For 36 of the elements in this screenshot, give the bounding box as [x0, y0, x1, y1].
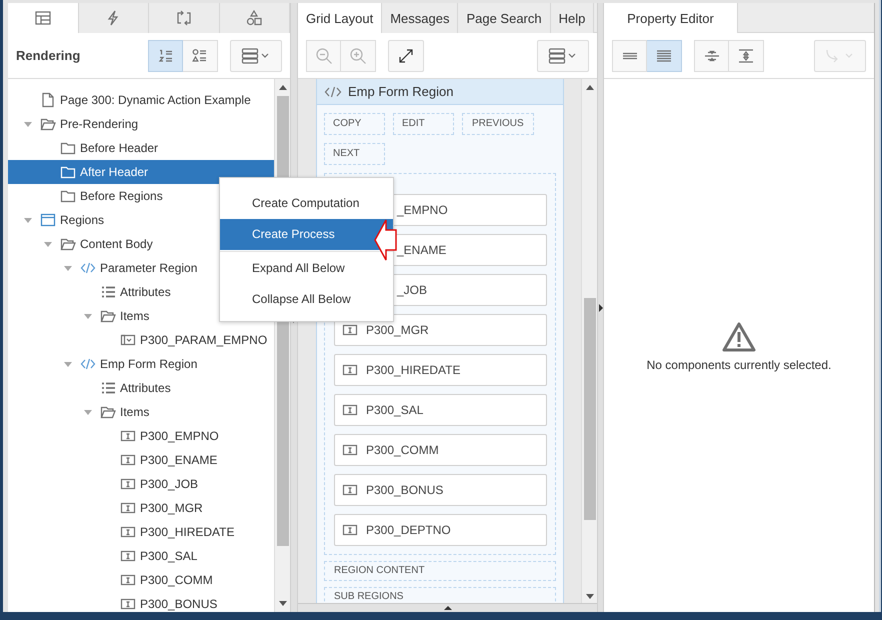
button-position[interactable]: NEXT: [324, 143, 385, 165]
tree-item[interactable]: P300_PARAM_EMPNO: [8, 328, 274, 352]
item-field[interactable]: P300_DEPTNO: [334, 514, 547, 546]
tree-item[interactable]: Attributes: [8, 376, 274, 400]
tree-item[interactable]: Pre-Rendering: [8, 112, 274, 136]
tree-item[interactable]: Items: [8, 400, 274, 424]
item-field[interactable]: P300_BONUS: [334, 474, 547, 506]
tree-item[interactable]: Page 300: Dynamic Action Example: [8, 88, 274, 112]
tree-item[interactable]: P300_COMM: [8, 568, 274, 592]
item-field[interactable]: P300_HIREDATE: [334, 354, 547, 386]
tree-item[interactable]: Emp Form Region: [8, 352, 274, 376]
tab[interactable]: Help: [550, 3, 594, 33]
tree-item[interactable]: P300_JOB: [8, 472, 274, 496]
tree-item[interactable]: P300_HIREDATE: [8, 520, 274, 544]
tree-item[interactable]: P300_EMPNO: [8, 424, 274, 448]
panel-title: Rendering: [16, 48, 82, 63]
tree-item[interactable]: P300_MGR: [8, 496, 274, 520]
empty-message: No components currently selected.: [646, 358, 832, 372]
tree-item[interactable]: P300_ENAME: [8, 448, 274, 472]
tab[interactable]: Grid Layout: [298, 3, 382, 33]
tree-item[interactable]: P300_BONUS: [8, 592, 274, 612]
menu-item[interactable]: Create Process: [220, 219, 393, 250]
button-position[interactable]: EDIT: [393, 113, 454, 135]
tree-item[interactable]: P300_SAL: [8, 544, 274, 568]
region-header[interactable]: Emp Form Region: [317, 79, 563, 105]
item-field[interactable]: P300_COMM: [334, 434, 547, 466]
button-position[interactable]: COPY: [324, 113, 385, 135]
tab[interactable]: Messages: [382, 3, 458, 33]
tree-item[interactable]: After Header: [8, 160, 274, 184]
item-field[interactable]: P300_SAL: [334, 394, 547, 426]
tab[interactable]: Property Editor: [604, 3, 738, 33]
region-position: REGION CONTENT: [324, 561, 556, 581]
button-position[interactable]: PREVIOUS: [462, 113, 534, 135]
tree-item[interactable]: Before Header: [8, 136, 274, 160]
tab[interactable]: Page Search: [458, 3, 551, 33]
item-field[interactable]: P300_MGR: [334, 314, 547, 346]
